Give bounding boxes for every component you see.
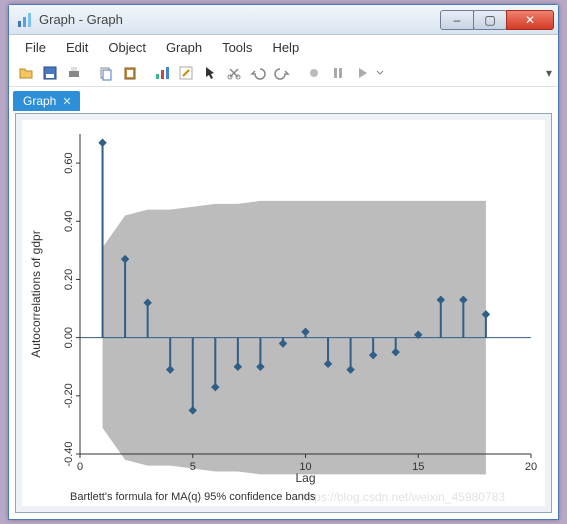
document-tabs: Graph ✕ xyxy=(9,87,558,111)
minimize-button[interactable]: – xyxy=(440,10,474,30)
maximize-button[interactable]: ▢ xyxy=(473,10,507,30)
svg-text:15: 15 xyxy=(412,461,424,473)
pointer-icon[interactable] xyxy=(199,62,221,84)
redo-icon[interactable] xyxy=(271,62,293,84)
svg-text:-0.40: -0.40 xyxy=(63,441,75,466)
svg-text:Autocorrelations of gdpr: Autocorrelations of gdpr xyxy=(29,230,43,357)
chart-icon[interactable] xyxy=(151,62,173,84)
close-button[interactable]: ✕ xyxy=(506,10,554,30)
copy-icon[interactable] xyxy=(95,62,117,84)
menu-graph[interactable]: Graph xyxy=(158,38,210,57)
paste-icon[interactable] xyxy=(119,62,141,84)
svg-text:Lag: Lag xyxy=(295,471,315,485)
window-title: Graph - Graph xyxy=(39,12,441,27)
menu-edit[interactable]: Edit xyxy=(58,38,96,57)
save-icon[interactable] xyxy=(39,62,61,84)
window-controls: – ▢ ✕ xyxy=(441,10,554,30)
menu-file[interactable]: File xyxy=(17,38,54,57)
graph-plot: -0.40-0.200.000.200.400.6005101520LagAut… xyxy=(22,120,545,506)
menu-tools[interactable]: Tools xyxy=(214,38,260,57)
svg-text:0.60: 0.60 xyxy=(63,152,75,173)
menu-help[interactable]: Help xyxy=(264,38,307,57)
open-icon[interactable] xyxy=(15,62,37,84)
tab-label: Graph xyxy=(23,94,56,108)
svg-text:5: 5 xyxy=(190,461,196,473)
cut-icon[interactable] xyxy=(223,62,245,84)
menu-object[interactable]: Object xyxy=(100,38,154,57)
svg-text:Bartlett's formula for MA(q) 9: Bartlett's formula for MA(q) 95% confide… xyxy=(70,491,316,503)
edit-chart-icon[interactable] xyxy=(175,62,197,84)
svg-text:0.40: 0.40 xyxy=(63,211,75,232)
print-icon[interactable] xyxy=(63,62,85,84)
toolbar-overflow-icon[interactable]: ▾ xyxy=(546,66,552,80)
play-sub-icon[interactable] xyxy=(375,62,385,84)
watermark: https://blog.csdn.net/weixin_45980783 xyxy=(301,490,505,504)
svg-text:0.00: 0.00 xyxy=(63,327,75,348)
ac-chart: -0.40-0.200.000.200.400.6005101520LagAut… xyxy=(22,120,545,506)
app-icon xyxy=(17,12,33,28)
record-icon[interactable] xyxy=(303,62,325,84)
tab-close-icon[interactable]: ✕ xyxy=(62,95,71,108)
app-window: Graph - Graph – ▢ ✕ File Edit Object Gra… xyxy=(8,4,559,520)
play-icon[interactable] xyxy=(351,62,373,84)
svg-text:0: 0 xyxy=(77,461,83,473)
titlebar: Graph - Graph – ▢ ✕ xyxy=(9,5,558,35)
svg-text:-0.20: -0.20 xyxy=(63,383,75,408)
tab-graph[interactable]: Graph ✕ xyxy=(13,91,80,111)
toolbar: ▾ xyxy=(9,59,558,87)
graph-canvas-frame: -0.40-0.200.000.200.400.6005101520LagAut… xyxy=(15,113,552,513)
menubar: File Edit Object Graph Tools Help xyxy=(9,35,558,59)
svg-text:0.20: 0.20 xyxy=(63,269,75,290)
svg-text:20: 20 xyxy=(525,461,537,473)
pause-icon[interactable] xyxy=(327,62,349,84)
undo-icon[interactable] xyxy=(247,62,269,84)
